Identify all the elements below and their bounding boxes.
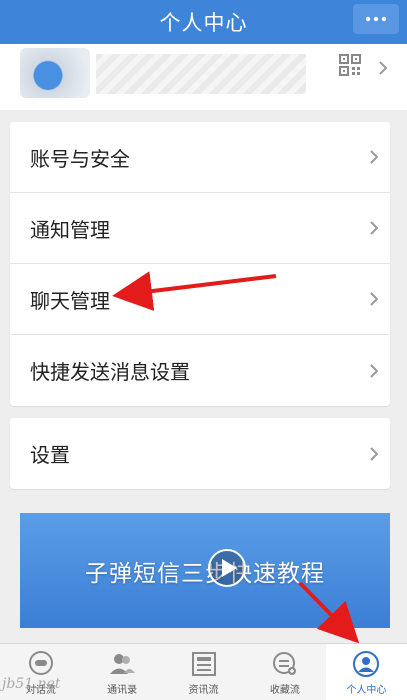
person-icon [353, 651, 380, 677]
menu-item-label: 快捷发送消息设置 [30, 360, 190, 384]
contacts-icon [110, 654, 136, 674]
menu-item-label: 聊天管理 [30, 288, 110, 313]
tab-label: 通讯录 [107, 685, 138, 696]
tab-news[interactable]: 资讯流 [163, 644, 244, 700]
menu-item-account-security[interactable]: 账号与安全 [10, 122, 390, 193]
avatar [20, 48, 90, 98]
tab-personal-center[interactable]: 个人中心 [325, 644, 407, 700]
profile-card[interactable] [0, 44, 407, 110]
chevron-right-icon [370, 221, 378, 235]
menu-item-chat-management[interactable]: 聊天管理 [10, 264, 390, 335]
profile-name-obscured [96, 54, 306, 94]
tab-label: 个人中心 [346, 685, 387, 696]
menu-item-label: 账号与安全 [30, 146, 130, 171]
favorites-icon [272, 652, 296, 675]
tab-label: 资讯流 [188, 685, 219, 696]
bottom-tab-bar: 对话流 通讯录 资讯流 收藏流 个人中心 [0, 643, 407, 700]
tab-label: 收藏流 [269, 685, 300, 696]
page-title: 个人中心 [159, 11, 248, 35]
chat-bubble-icon [28, 651, 53, 675]
watermark: jb51.net [2, 676, 61, 692]
menu-item-quick-send[interactable]: 快捷发送消息设置 [10, 335, 390, 406]
settings-group: 设置 [10, 418, 390, 489]
news-icon [191, 652, 216, 676]
top-bar: 个人中心 [0, 0, 407, 44]
tab-favorites[interactable]: 收藏流 [244, 644, 325, 700]
qr-code-icon[interactable] [339, 54, 361, 76]
chevron-right-icon [370, 446, 378, 461]
more-dots-icon [365, 16, 387, 22]
chevron-right-icon [370, 150, 378, 164]
menu-item-label: 设置 [30, 443, 70, 467]
menu-item-notification[interactable]: 通知管理 [10, 193, 390, 264]
play-icon[interactable] [207, 548, 247, 588]
tutorial-banner[interactable]: 子弹短信三步快速教程 [20, 513, 390, 628]
settings-menu-group: 账号与安全 通知管理 聊天管理 快捷发送消息设置 [10, 122, 390, 406]
more-button[interactable] [353, 4, 399, 34]
tab-contacts[interactable]: 通讯录 [81, 644, 162, 700]
menu-item-settings[interactable]: 设置 [10, 418, 390, 489]
menu-item-label: 通知管理 [30, 217, 110, 242]
chevron-right-icon [370, 363, 378, 378]
chevron-right-icon [370, 292, 378, 306]
banner-text: 子弹短信三步快速教程 [85, 560, 325, 587]
chevron-right-icon [379, 61, 387, 75]
